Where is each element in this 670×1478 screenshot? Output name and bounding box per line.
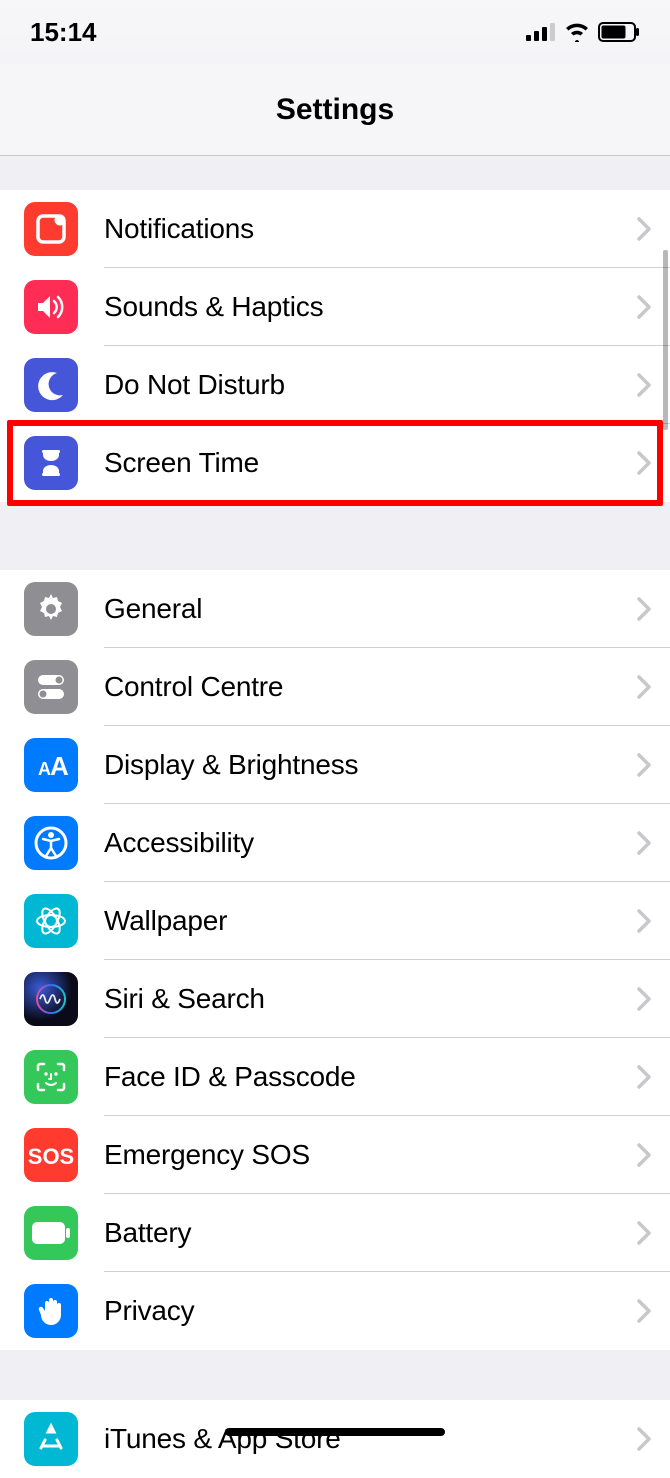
- chevron-right-icon: [636, 294, 652, 320]
- notifications-icon: [24, 202, 78, 256]
- chevron-right-icon: [636, 372, 652, 398]
- settings-row-itunes[interactable]: iTunes & App Store: [0, 1400, 670, 1478]
- nav-bar: Settings: [0, 64, 670, 156]
- settings-row-battery[interactable]: Battery: [0, 1194, 670, 1272]
- status-icons: [526, 22, 640, 42]
- settings-row-sounds[interactable]: Sounds & Haptics: [0, 268, 670, 346]
- row-label: Control Centre: [104, 671, 636, 703]
- wallpaper-icon: [24, 894, 78, 948]
- row-label: Face ID & Passcode: [104, 1061, 636, 1093]
- settings-group: Notifications Sounds & Haptics Do Not Dist…: [0, 190, 670, 502]
- row-label: Privacy: [104, 1295, 636, 1327]
- switches-icon: [24, 660, 78, 714]
- svg-text:SOS: SOS: [28, 1144, 74, 1169]
- text-size-icon: AA: [24, 738, 78, 792]
- accessibility-icon: [24, 816, 78, 870]
- settings-row-general[interactable]: General: [0, 570, 670, 648]
- chevron-right-icon: [636, 908, 652, 934]
- scroll-indicator[interactable]: [663, 250, 668, 430]
- row-label: Notifications: [104, 213, 636, 245]
- appstore-icon: [24, 1412, 78, 1466]
- chevron-right-icon: [636, 1220, 652, 1246]
- row-label: Display & Brightness: [104, 749, 636, 781]
- page-title: Settings: [276, 93, 394, 127]
- settings-row-dnd[interactable]: Do Not Disturb: [0, 346, 670, 424]
- settings-row-sos[interactable]: SOS Emergency SOS: [0, 1116, 670, 1194]
- gear-icon: [24, 582, 78, 636]
- settings-row-display[interactable]: AA Display & Brightness: [0, 726, 670, 804]
- siri-icon: [24, 972, 78, 1026]
- row-label: Battery: [104, 1217, 636, 1249]
- hand-icon: [24, 1284, 78, 1338]
- battery-icon: [24, 1206, 78, 1260]
- settings-row-notifications[interactable]: Notifications: [0, 190, 670, 268]
- chevron-right-icon: [636, 216, 652, 242]
- chevron-right-icon: [636, 830, 652, 856]
- row-label: Screen Time: [104, 447, 636, 479]
- face-id-icon: [24, 1050, 78, 1104]
- settings-row-privacy[interactable]: Privacy: [0, 1272, 670, 1350]
- settings-list[interactable]: Notifications Sounds & Haptics Do Not Dist…: [0, 156, 670, 1478]
- home-indicator[interactable]: [225, 1428, 445, 1436]
- chevron-right-icon: [636, 752, 652, 778]
- settings-row-siri[interactable]: Siri & Search: [0, 960, 670, 1038]
- chevron-right-icon: [636, 1298, 652, 1324]
- row-label: Sounds & Haptics: [104, 291, 636, 323]
- wifi-icon: [564, 22, 590, 42]
- chevron-right-icon: [636, 1064, 652, 1090]
- sos-icon: SOS: [24, 1128, 78, 1182]
- chevron-right-icon: [636, 1426, 652, 1452]
- hourglass-icon: [24, 436, 78, 490]
- moon-icon: [24, 358, 78, 412]
- chevron-right-icon: [636, 450, 652, 476]
- cellular-icon: [526, 23, 556, 41]
- settings-row-controlcentre[interactable]: Control Centre: [0, 648, 670, 726]
- chevron-right-icon: [636, 1142, 652, 1168]
- chevron-right-icon: [636, 674, 652, 700]
- row-label: Siri & Search: [104, 983, 636, 1015]
- row-label: General: [104, 593, 636, 625]
- row-label: Accessibility: [104, 827, 636, 859]
- row-label: Do Not Disturb: [104, 369, 636, 401]
- settings-row-accessibility[interactable]: Accessibility: [0, 804, 670, 882]
- settings-group: General Control Centre AA Display & Brightn…: [0, 570, 670, 1350]
- status-time: 15:14: [30, 17, 97, 48]
- chevron-right-icon: [636, 596, 652, 622]
- battery-icon: [598, 22, 640, 42]
- chevron-right-icon: [636, 986, 652, 1012]
- settings-row-faceid[interactable]: Face ID & Passcode: [0, 1038, 670, 1116]
- settings-row-screentime[interactable]: Screen Time: [0, 424, 670, 502]
- row-label: Wallpaper: [104, 905, 636, 937]
- row-label: Emergency SOS: [104, 1139, 636, 1171]
- settings-group: iTunes & App Store: [0, 1400, 670, 1478]
- status-bar: 15:14: [0, 0, 670, 64]
- svg-text:A: A: [50, 751, 69, 781]
- sounds-icon: [24, 280, 78, 334]
- settings-row-wallpaper[interactable]: Wallpaper: [0, 882, 670, 960]
